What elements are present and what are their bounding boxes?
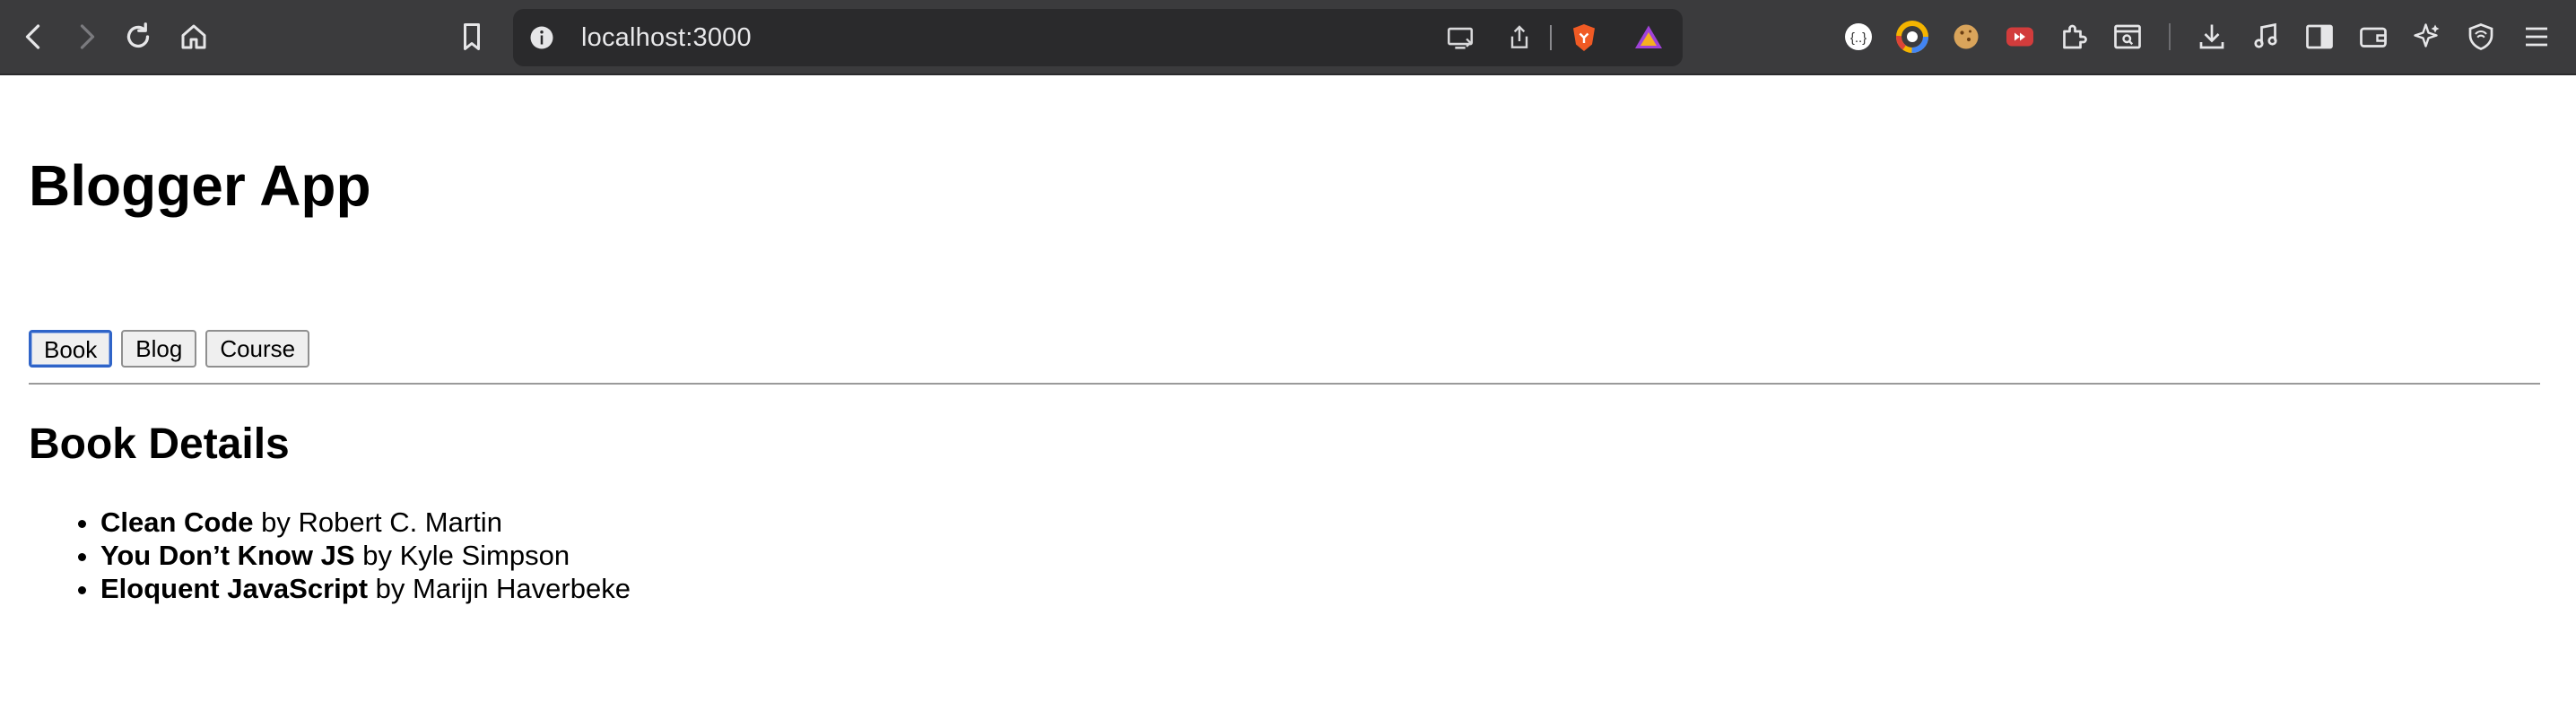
page-title: Blogger App xyxy=(29,153,371,218)
home-button[interactable] xyxy=(172,15,215,58)
course-button[interactable]: Course xyxy=(205,330,310,368)
list-item: Clean Code by Robert C. Martin xyxy=(100,506,631,539)
site-info-icon[interactable] xyxy=(526,22,558,54)
chevron-left-icon xyxy=(25,24,40,49)
brave-shields-icon[interactable] xyxy=(1566,20,1602,56)
reload-button[interactable] xyxy=(117,15,160,58)
extension-1-icon[interactable]: {..} xyxy=(1839,17,1878,56)
blog-button[interactable]: Blog xyxy=(121,330,197,368)
address-bar[interactable]: localhost:3000 xyxy=(513,9,1683,66)
book-list: Clean Code by Robert C. Martin You Don’t… xyxy=(63,506,631,605)
list-item: Eloquent JavaScript by Marijn Haverbeke xyxy=(100,572,631,605)
video-speed-extension-icon[interactable] xyxy=(2000,17,2040,56)
url-text[interactable]: localhost:3000 xyxy=(581,23,752,53)
color-picker-extension-icon[interactable] xyxy=(1893,17,1932,56)
forward-button[interactable] xyxy=(65,15,108,58)
bookmark-button[interactable] xyxy=(450,15,493,58)
book-author: Marijn Haverbeke xyxy=(413,573,631,604)
menu-hamburger-icon[interactable] xyxy=(2517,17,2556,56)
url-separator xyxy=(1550,25,1552,50)
cookie-extension-icon[interactable] xyxy=(1946,17,1986,56)
book-title: You Don’t Know JS xyxy=(100,540,355,571)
by-text: by xyxy=(362,540,392,571)
book-button[interactable]: Book xyxy=(29,330,113,368)
reload-icon xyxy=(126,22,150,48)
divider xyxy=(29,383,2540,385)
toolbar-separator xyxy=(2169,23,2171,50)
chevron-right-icon xyxy=(80,24,95,49)
book-author: Kyle Simpson xyxy=(399,540,570,571)
home-icon xyxy=(181,24,206,49)
cast-icon[interactable] xyxy=(1442,20,1478,56)
svg-text:{..}: {..} xyxy=(1850,30,1867,46)
share-icon[interactable] xyxy=(1501,20,1537,56)
sidebar-toggle-icon[interactable] xyxy=(2300,17,2339,56)
list-item: You Don’t Know JS by Kyle Simpson xyxy=(100,539,631,572)
book-title: Eloquent JavaScript xyxy=(100,573,369,604)
downloads-icon[interactable] xyxy=(2192,17,2232,56)
by-text: by xyxy=(261,506,291,538)
back-button[interactable] xyxy=(13,15,56,58)
extensions-puzzle-icon[interactable] xyxy=(2054,17,2093,56)
section-title: Book Details xyxy=(29,420,290,468)
by-text: by xyxy=(375,573,405,604)
brave-rewards-icon[interactable] xyxy=(1631,20,1667,56)
book-author: Robert C. Martin xyxy=(298,506,502,538)
vpn-shield-icon[interactable] xyxy=(2461,17,2501,56)
book-title: Clean Code xyxy=(100,506,254,538)
category-nav: Book Blog Course xyxy=(29,330,310,368)
leo-ai-icon[interactable] xyxy=(2407,17,2447,56)
bookmark-icon xyxy=(464,23,480,50)
tab-search-icon[interactable] xyxy=(2108,17,2147,56)
media-music-icon[interactable] xyxy=(2246,17,2285,56)
browser-toolbar: localhost:3000 {..} xyxy=(0,0,2576,75)
wallet-icon[interactable] xyxy=(2354,17,2393,56)
